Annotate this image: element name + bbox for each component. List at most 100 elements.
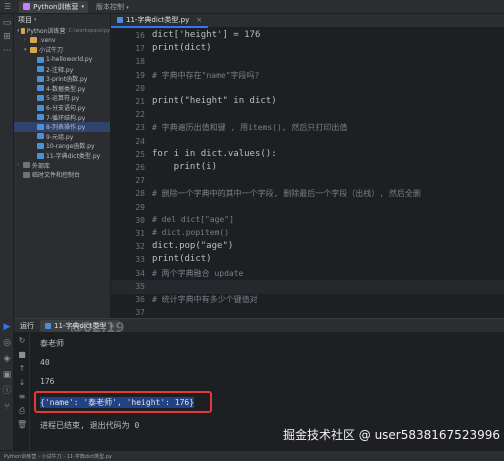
tree-item[interactable]: 7-循环结构.py (14, 112, 110, 122)
line-number: 28 (135, 189, 145, 199)
soft-wrap-icon[interactable]: ≡ (17, 392, 27, 402)
tree-item[interactable]: 6-分支语句.py (14, 103, 110, 113)
python-file-icon (117, 16, 123, 23)
folder-icon (20, 27, 25, 34)
run-icon[interactable]: ▶ (2, 322, 12, 332)
python-file-icon (37, 85, 44, 92)
tree-item-label: 3-print函数.py (46, 76, 88, 84)
tree-item[interactable]: 5-运算符.py (14, 93, 110, 103)
problems-icon[interactable]: ⓘ (2, 386, 12, 396)
editor-tab[interactable]: 11-字典dict类型.py × (111, 14, 209, 28)
menu-icon[interactable]: ☰ (4, 2, 11, 11)
code-comment: # 统计字典中有多少个键值对 (152, 295, 258, 304)
chevron-down-icon: ▾ (126, 4, 129, 11)
line-number: 35 (135, 281, 145, 291)
tree-item-label: Python训练营 (26, 28, 66, 36)
line-number: 24 (135, 136, 145, 146)
tree-item[interactable]: 3-print函数.py (14, 74, 110, 84)
breadcrumb-item[interactable]: 小试牛刀 (42, 454, 62, 460)
layers-icon[interactable]: ◈ (2, 354, 12, 364)
plugins-icon[interactable]: ⊞ (2, 32, 12, 42)
line-number: 29 (135, 202, 145, 212)
tree-item[interactable]: › 外部库 (14, 160, 110, 170)
line-number: 18 (135, 57, 145, 67)
library-icon (23, 171, 30, 178)
code-comment: # 两个字典融合 update (152, 268, 244, 278)
line-number: 17 (135, 44, 145, 54)
up-icon[interactable]: ↑ (17, 364, 27, 374)
editor-tab-bar: 11-字典dict类型.py × (111, 14, 504, 28)
code-line: dict.pop("age") (152, 241, 234, 252)
tree-item-label: .venv (39, 36, 56, 44)
close-icon[interactable]: × (196, 16, 202, 24)
tree-item[interactable]: 10-range函数.py (14, 141, 110, 151)
tree-item[interactable]: › .venv (14, 36, 110, 46)
line-number: 19 (135, 70, 145, 80)
project-badge-icon (23, 3, 31, 10)
tree-item[interactable]: 临时文件和控制台 (14, 170, 110, 180)
folder-icon[interactable]: ▭ (2, 18, 12, 28)
chevron-down-icon: ▾ (81, 3, 84, 10)
tree-item[interactable]: 8-列表操作.py (14, 121, 110, 132)
python-file-icon (37, 142, 44, 149)
tree-item[interactable]: ▾ Python训练营 C:\workspace\py (14, 26, 110, 36)
python-console-icon[interactable]: ◎ (2, 338, 12, 348)
project-name: Python训练营 (33, 2, 79, 11)
line-number: 30 (135, 215, 145, 225)
tree-item-label: 9-元组.py (46, 133, 74, 141)
python-file-icon (37, 133, 44, 140)
run-toolbar: ↻ ■ ↑ ↓ ≡ ⎙ 🗑 (14, 332, 30, 450)
line-number: 25 (135, 149, 145, 159)
rerun-icon[interactable]: ↻ (17, 336, 27, 346)
tree-item-label: 4-数据类型.py (46, 85, 86, 93)
chevron-down-icon[interactable]: ▾ (34, 17, 37, 23)
code-line: dict['height'] = 176 (152, 30, 261, 40)
line-number: 32 (135, 242, 145, 252)
print-icon[interactable]: ⎙ (17, 406, 27, 416)
tree-item[interactable]: 1-helloworld.py (14, 55, 110, 65)
stop-icon[interactable]: ■ (17, 350, 27, 360)
python-file-icon (37, 94, 44, 101)
tree-item[interactable]: 2-注释.py (14, 64, 110, 74)
project-switcher[interactable]: Python训练营 ▾ (19, 0, 88, 13)
tree-item[interactable]: 4-数据类型.py (14, 84, 110, 94)
more-icon[interactable]: ⋯ (2, 46, 12, 56)
tree-item-label: 10-range函数.py (46, 143, 95, 151)
folder-icon (30, 37, 37, 44)
python-file-icon (37, 152, 44, 159)
code-comment: # 字典遍历出值和键 , 用items(), 然后只打印出值 (152, 123, 348, 133)
code-line: print(dict) (152, 43, 212, 54)
console-line: 进程已结束, 退出代码为 0 (40, 421, 140, 430)
line-number: 22 (135, 110, 145, 120)
bottom-tool-strip: ▶ ◎ ◈ ▣ ⓘ ⑂ (0, 318, 14, 450)
trash-icon[interactable]: 🗑 (17, 420, 27, 430)
tree-item[interactable]: ▾ 小试牛刀 (14, 45, 110, 55)
line-number: 37 (135, 308, 145, 318)
tree-item[interactable]: 9-元组.py (14, 132, 110, 142)
terminal-icon[interactable]: ▣ (2, 370, 12, 380)
tree-item-label: 临时文件和控制台 (32, 172, 81, 180)
tree-item[interactable]: 11-字典dict类型.py (14, 151, 110, 161)
down-icon[interactable]: ↓ (17, 378, 27, 388)
tree-item-label: 8-列表操作.py (46, 124, 86, 132)
breadcrumb-item[interactable]: Python训练营 (4, 454, 36, 460)
tree-item-label: 5-运算符.py (46, 95, 80, 103)
tree-item-label: 6-分支语句.py (46, 105, 86, 113)
project-panel-header: 项目 ▾ (14, 14, 110, 26)
vcs-menu[interactable]: 版本控制 ▾ (96, 2, 129, 12)
code-comment: # dict.popitem() (152, 228, 230, 237)
run-panel-title: 运行 (20, 321, 34, 330)
code-comment: # 字典中存在"name"字段吗? (152, 70, 260, 80)
library-icon (23, 162, 30, 169)
code-editor[interactable]: 16 dict['height'] = 176 17 print(dict) 18 19 #… (111, 28, 504, 318)
git-icon[interactable]: ⑂ (2, 402, 12, 412)
python-file-icon (37, 66, 44, 73)
status-bar: Python训练营 › 小试牛刀 › 11-字典dict类型.py (0, 450, 504, 461)
tree-item-label: 外部库 (32, 162, 51, 170)
project-panel: 项目 ▾ ▾ Python训练营 C:\workspace\py › .venv ▾ 小试牛… (14, 14, 111, 318)
code-line: for i in dict.values(): (152, 148, 277, 159)
python-file-icon (37, 123, 44, 130)
python-file-icon (45, 322, 51, 329)
line-number: 20 (135, 83, 145, 93)
breadcrumb-item[interactable]: 11-字典dict类型.py (67, 454, 112, 460)
